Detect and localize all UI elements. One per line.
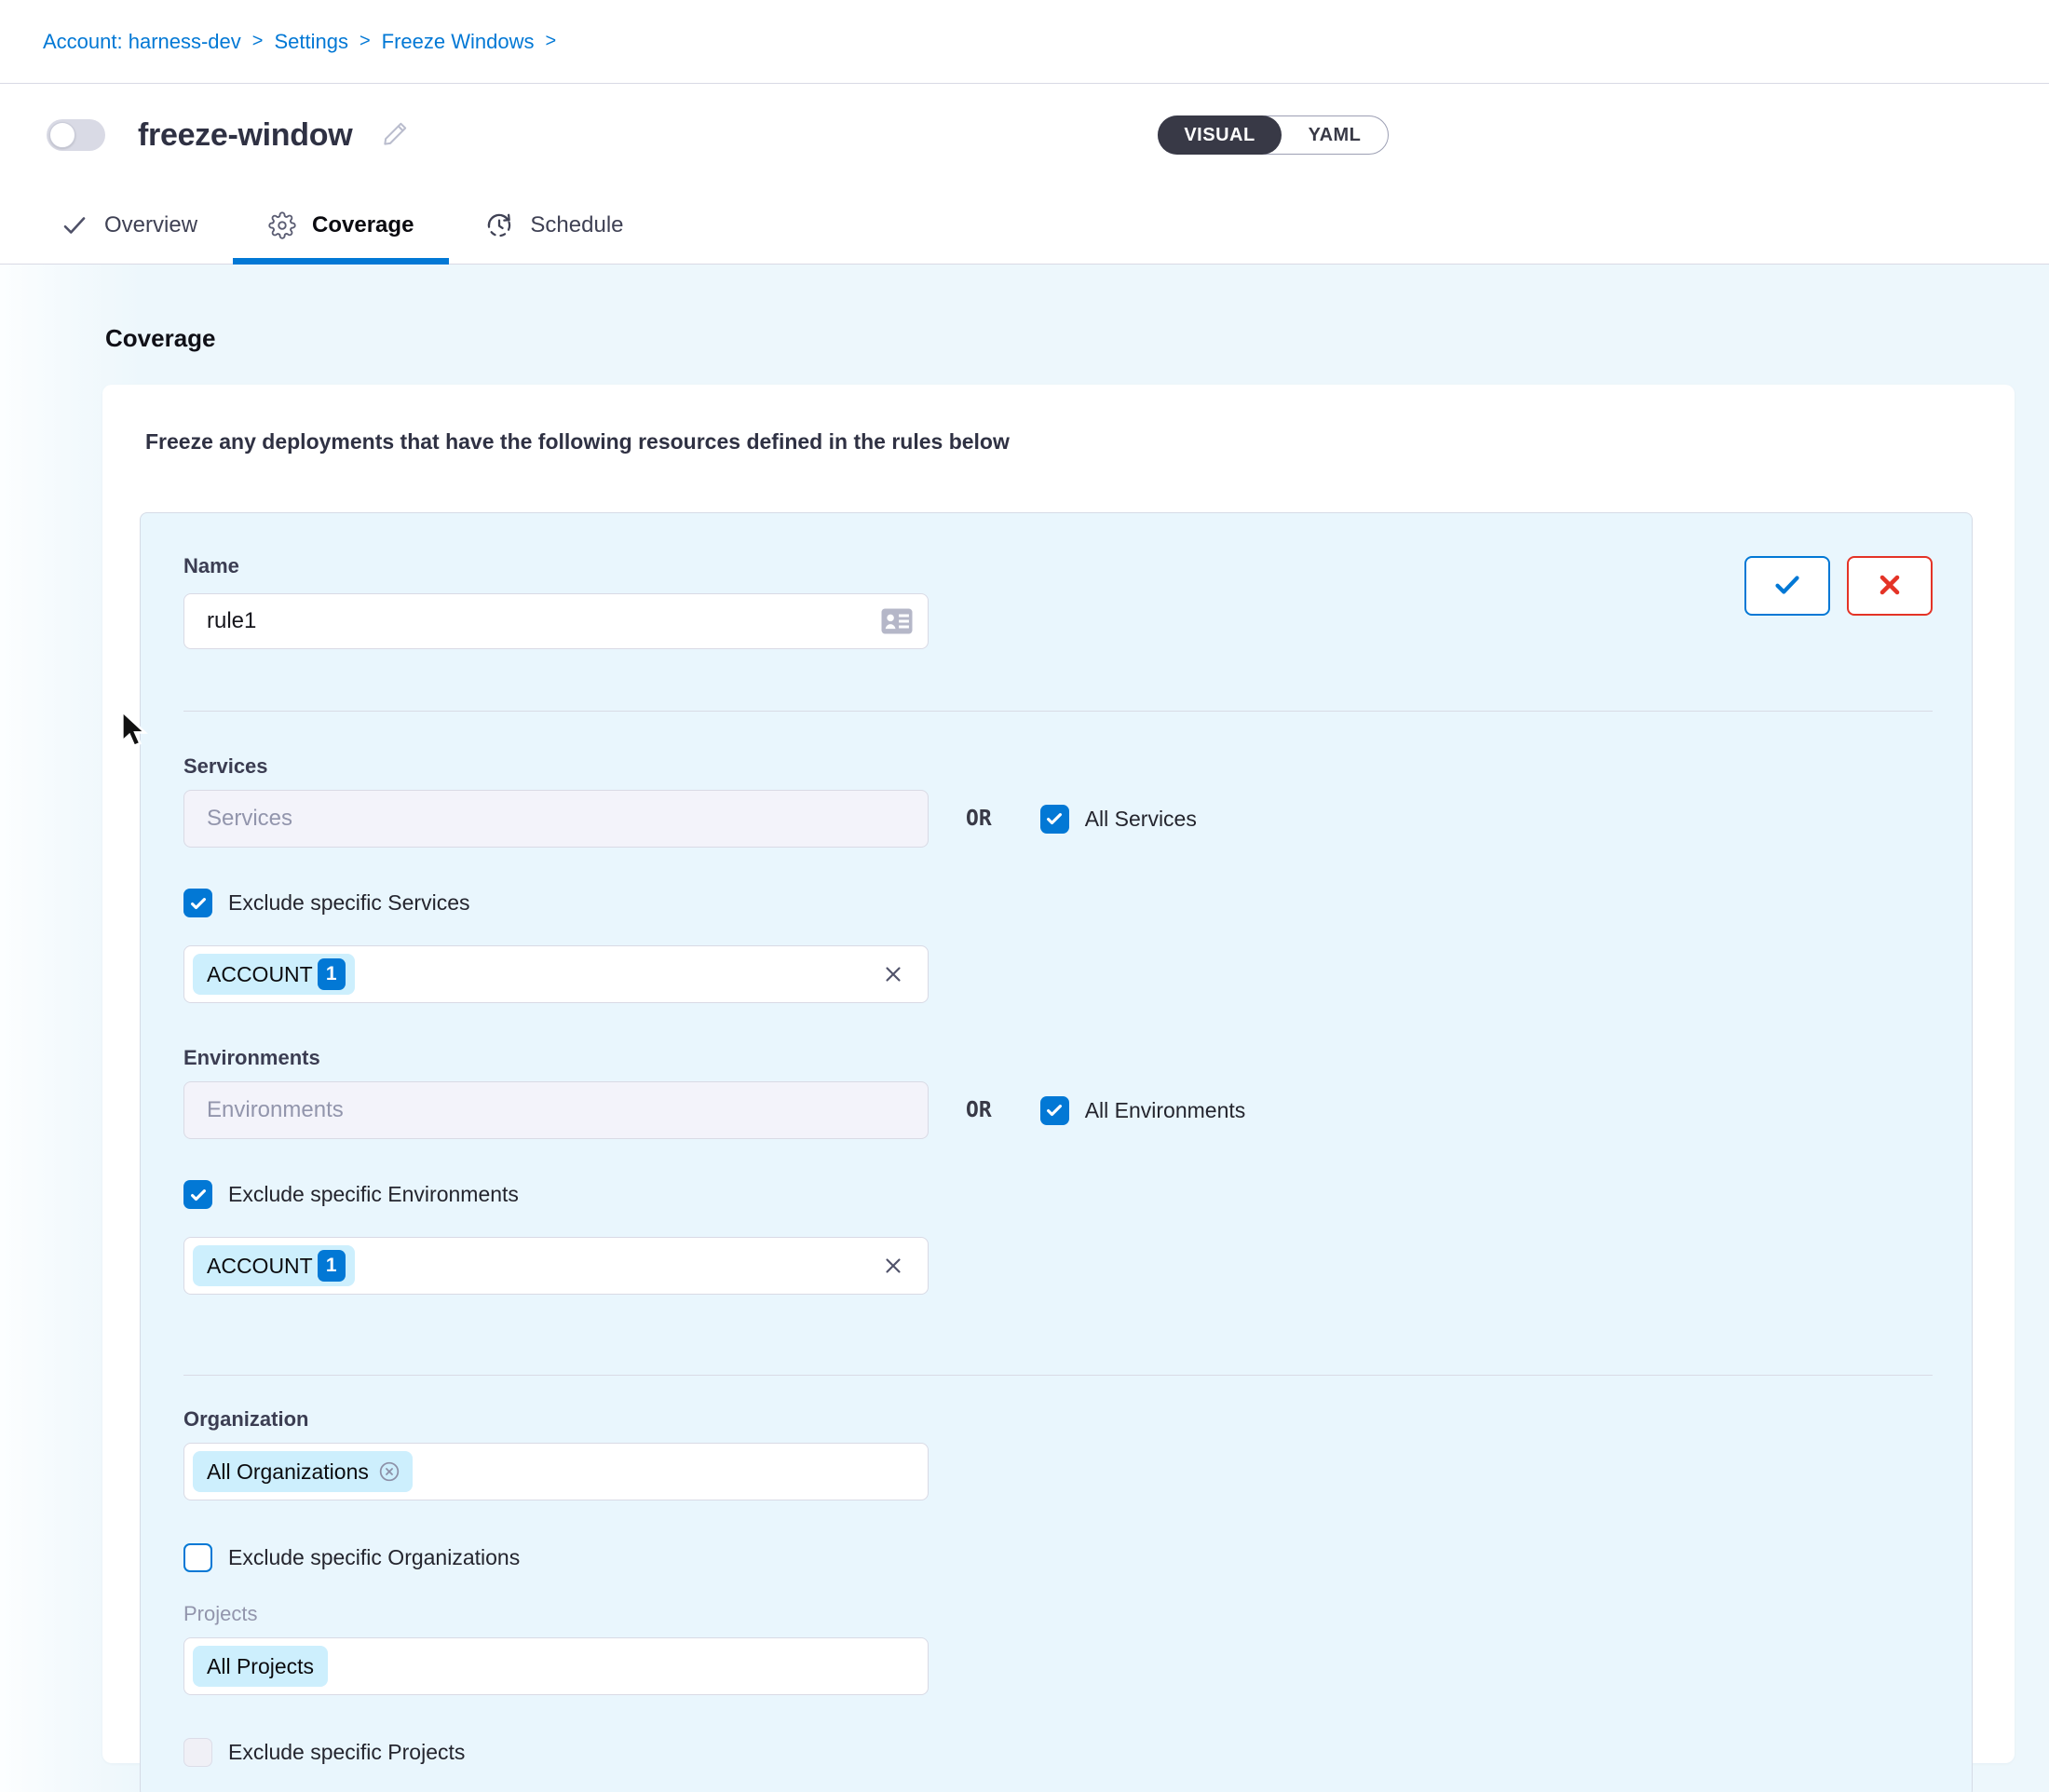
exclude-organizations-checkbox[interactable] (183, 1543, 212, 1572)
exclude-environments-row: Exclude specific Environments (183, 1180, 1933, 1209)
exclude-services-checkbox[interactable] (183, 889, 212, 917)
breadcrumb-separator: > (546, 31, 557, 52)
remove-organization-icon[interactable] (377, 1459, 401, 1484)
services-input[interactable] (183, 790, 929, 848)
exclude-organizations-label: Exclude specific Organizations (228, 1545, 520, 1570)
freeze-enabled-toggle[interactable] (47, 119, 105, 151)
rule-actions (1744, 556, 1933, 616)
exclude-organizations-row: Exclude specific Organizations (183, 1543, 1933, 1572)
tab-overview[interactable]: Overview (25, 186, 233, 264)
tab-label: Schedule (530, 212, 623, 238)
divider (183, 711, 1933, 712)
schedule-clock-icon (484, 210, 514, 240)
all-projects-tag: All Projects (193, 1646, 328, 1687)
all-environments-checkbox[interactable] (1040, 1096, 1069, 1125)
projects-label: Projects (183, 1602, 1933, 1626)
title-bar: freeze-window VISUAL YAML (0, 84, 2049, 186)
tag-label: All Organizations (207, 1459, 369, 1485)
all-services-label: All Services (1085, 807, 1197, 832)
exclude-services-row: Exclude specific Services (183, 889, 1933, 917)
edit-name-button[interactable] (380, 119, 410, 152)
tab-schedule[interactable]: Schedule (449, 186, 658, 264)
view-mode-switcher: VISUAL YAML (1158, 115, 1389, 155)
clear-services-icon[interactable] (881, 962, 905, 986)
exclude-projects-label: Exclude specific Projects (228, 1740, 465, 1765)
tag-label: All Projects (207, 1654, 314, 1679)
services-row: OR All Services (183, 790, 1933, 848)
environments-label: Environments (183, 1046, 1933, 1070)
name-label: Name (183, 554, 929, 578)
tab-label: Overview (104, 212, 197, 238)
check-icon (1771, 568, 1804, 604)
environments-input[interactable] (183, 1081, 929, 1139)
or-label: OR (966, 1098, 992, 1122)
exclude-projects-checkbox[interactable] (183, 1738, 212, 1767)
rule-name-input[interactable] (183, 593, 929, 649)
freeze-rule-panel: Name (140, 512, 1973, 1792)
yaml-mode-button[interactable]: YAML (1282, 116, 1388, 154)
rule-header: Name (183, 554, 1933, 649)
tag-label: ACCOUNT (207, 962, 313, 987)
gear-icon (268, 211, 296, 239)
tag-count-badge: 1 (318, 1250, 346, 1282)
x-icon (1875, 570, 1905, 603)
confirm-rule-button[interactable] (1744, 556, 1830, 616)
exclude-services-label: Exclude specific Services (228, 890, 470, 916)
excluded-services-input[interactable]: ACCOUNT 1 (183, 945, 929, 1003)
name-input-wrap (183, 593, 929, 649)
delete-rule-button[interactable] (1847, 556, 1933, 616)
organization-input[interactable]: All Organizations (183, 1443, 929, 1500)
breadcrumb-freeze-windows[interactable]: Freeze Windows (382, 30, 535, 54)
excluded-environments-tag[interactable]: ACCOUNT 1 (193, 1245, 355, 1286)
exclude-environments-checkbox[interactable] (183, 1180, 212, 1209)
all-services-checkbox[interactable] (1040, 805, 1069, 834)
coverage-card: Freeze any deployments that have the fol… (102, 385, 2015, 1763)
environments-row: OR All Environments (183, 1081, 1933, 1139)
page-title: freeze-window (138, 117, 352, 154)
pencil-icon (380, 119, 410, 152)
excluded-environments-input[interactable]: ACCOUNT 1 (183, 1237, 929, 1295)
or-label: OR (966, 807, 992, 831)
breadcrumb-separator: > (252, 31, 264, 52)
breadcrumb-account[interactable]: Account: harness-dev (43, 30, 241, 54)
services-label: Services (183, 754, 1933, 779)
visual-mode-button[interactable]: VISUAL (1158, 115, 1282, 155)
all-organizations-tag[interactable]: All Organizations (193, 1451, 413, 1492)
breadcrumb-bar: Account: harness-dev > Settings > Freeze… (0, 0, 2049, 84)
breadcrumb: Account: harness-dev > Settings > Freeze… (43, 30, 556, 54)
name-field-group: Name (183, 554, 929, 649)
breadcrumb-settings[interactable]: Settings (274, 30, 348, 54)
toggle-knob (49, 122, 75, 148)
organization-label: Organization (183, 1407, 1933, 1432)
all-environments-label: All Environments (1085, 1098, 1246, 1123)
tag-label: ACCOUNT (207, 1254, 313, 1279)
check-icon (61, 211, 88, 239)
exclude-projects-row: Exclude specific Projects (183, 1738, 1933, 1767)
projects-input[interactable]: All Projects (183, 1637, 929, 1695)
excluded-services-tag[interactable]: ACCOUNT 1 (193, 954, 355, 995)
card-heading: Freeze any deployments that have the fol… (145, 429, 1974, 455)
breadcrumb-separator: > (360, 31, 371, 52)
tab-label: Coverage (312, 212, 414, 238)
section-title: Coverage (105, 324, 2049, 353)
tab-bar: Overview Coverage Schedule (0, 186, 2049, 265)
clear-environments-icon[interactable] (881, 1254, 905, 1278)
coverage-page: Coverage Freeze any deployments that hav… (0, 265, 2049, 1792)
exclude-environments-label: Exclude specific Environments (228, 1182, 519, 1207)
tag-count-badge: 1 (318, 958, 346, 990)
id-card-icon (880, 607, 914, 635)
divider (183, 1375, 1933, 1376)
tab-coverage[interactable]: Coverage (233, 186, 449, 264)
